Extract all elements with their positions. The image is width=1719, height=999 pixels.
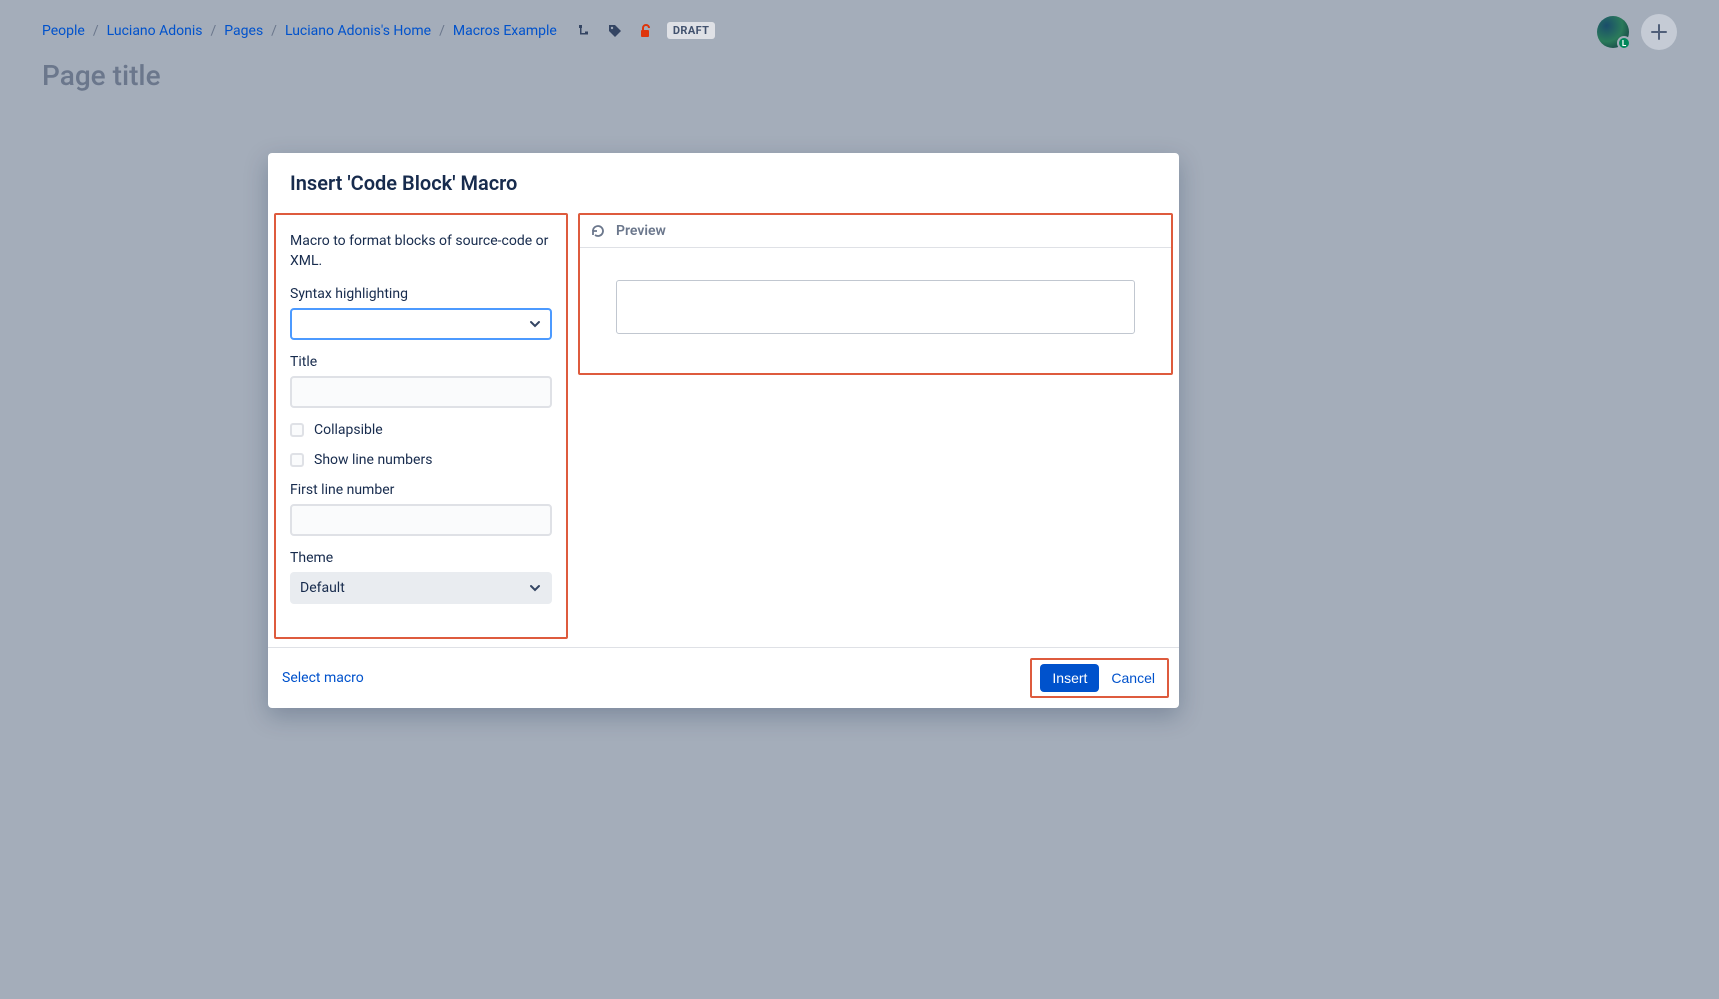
refresh-icon[interactable]	[590, 223, 606, 239]
unlock-icon[interactable]	[637, 23, 653, 39]
first-line-number-label: First line number	[290, 482, 552, 498]
breadcrumb-item[interactable]: Pages	[224, 23, 263, 39]
modal-title: Insert 'Code Block' Macro	[290, 171, 1157, 195]
collapsible-label: Collapsible	[314, 422, 383, 438]
syntax-highlighting-select[interactable]	[290, 308, 552, 340]
avatar[interactable]: L	[1597, 16, 1629, 48]
draft-badge: DRAFT	[667, 22, 716, 39]
collapsible-checkbox[interactable]	[290, 423, 304, 437]
preview-label: Preview	[616, 223, 666, 239]
show-line-numbers-label: Show line numbers	[314, 452, 432, 468]
breadcrumb-item[interactable]: Macros Example	[453, 23, 557, 39]
footer-buttons-group: Insert Cancel	[1030, 658, 1169, 698]
preview-panel: Preview	[578, 213, 1173, 375]
breadcrumb-item[interactable]: People	[42, 23, 85, 39]
breadcrumb: People / Luciano Adonis / Pages / Lucian…	[42, 22, 1677, 39]
cancel-button[interactable]: Cancel	[1107, 664, 1159, 692]
show-line-numbers-checkbox[interactable]	[290, 453, 304, 467]
breadcrumb-separator: /	[211, 23, 217, 39]
insert-button[interactable]: Insert	[1040, 664, 1099, 692]
title-input[interactable]	[290, 376, 552, 408]
avatar-status-badge: L	[1617, 36, 1631, 50]
breadcrumb-item[interactable]: Luciano Adonis	[107, 23, 203, 39]
theme-label: Theme	[290, 550, 552, 566]
page-title[interactable]: Page title	[42, 59, 1677, 92]
breadcrumb-item[interactable]: Luciano Adonis's Home	[285, 23, 431, 39]
theme-select[interactable]: Default	[290, 572, 552, 604]
breadcrumb-separator: /	[93, 23, 99, 39]
hierarchy-icon[interactable]	[577, 23, 593, 39]
add-button[interactable]	[1641, 14, 1677, 50]
first-line-number-input[interactable]	[290, 504, 552, 536]
breadcrumb-separator: /	[439, 23, 445, 39]
insert-macro-modal: Insert 'Code Block' Macro Macro to forma…	[268, 153, 1179, 708]
preview-code-area	[616, 280, 1135, 334]
macro-form-panel: Macro to format blocks of source-code or…	[274, 213, 568, 639]
macro-description: Macro to format blocks of source-code or…	[290, 231, 552, 272]
select-macro-link[interactable]: Select macro	[278, 670, 364, 686]
tag-icon[interactable]	[607, 23, 623, 39]
title-label: Title	[290, 354, 552, 370]
syntax-highlighting-label: Syntax highlighting	[290, 286, 552, 302]
breadcrumb-separator: /	[271, 23, 277, 39]
